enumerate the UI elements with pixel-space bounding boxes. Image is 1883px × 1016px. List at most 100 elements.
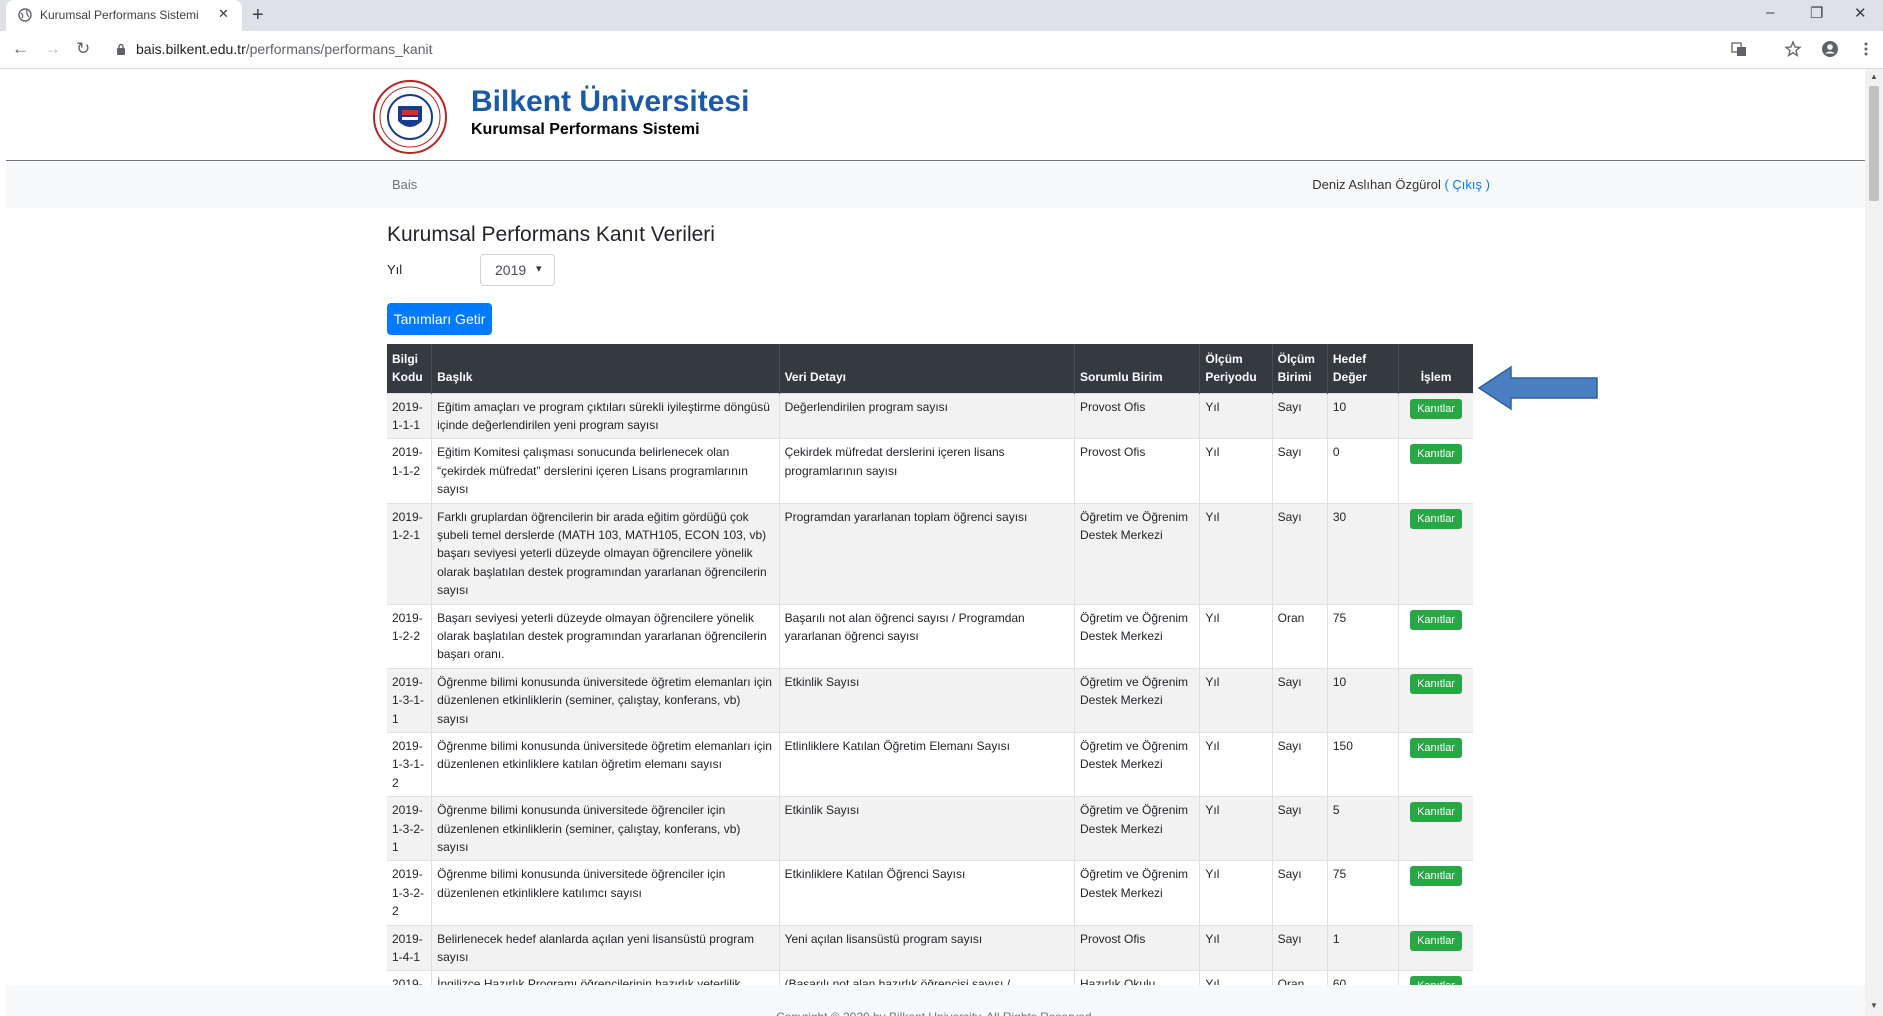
table-row: 2019-1-3-1-1 Öğrenme bilimi konusunda üni… — [387, 667, 1473, 733]
scrollbar-thumb[interactable] — [1869, 86, 1879, 201]
new-tab-button[interactable]: + — [252, 4, 264, 27]
cell-olcum-birimi: Sayı — [1271, 731, 1328, 797]
kanitlar-button[interactable]: Kanıtlar — [1410, 976, 1462, 985]
site-title[interactable]: Bilkent Üniversitesi — [471, 85, 749, 119]
kanitlar-button[interactable]: Kanıtlar — [1410, 802, 1462, 823]
table-row: 2019-1-3-1-2 Öğrenme bilimi konusunda üni… — [387, 731, 1473, 797]
table-row: 2019-1-1-1 Eğitim amaçları ve program çık… — [387, 392, 1473, 439]
fetch-definitions-button[interactable]: Tanımları Getir — [387, 303, 492, 335]
page-scrollbar[interactable]: ▲ ▼ — [1865, 69, 1883, 1016]
profile-icon[interactable] — [1821, 40, 1839, 58]
cell-hedef-deger: 10 — [1326, 392, 1399, 439]
kanitlar-button[interactable]: Kanıtlar — [1410, 738, 1462, 758]
cell-islem: Kanıtlar — [1398, 667, 1473, 733]
minimize-button[interactable]: – — [1766, 4, 1774, 21]
header-veri-detayi[interactable]: Veri Detayı — [778, 344, 1075, 393]
header-olcum-periyodu[interactable]: Ölçüm Periyodu — [1199, 344, 1273, 393]
cell-veri-detayi: Etkinliklere Katılan Öğrenci Sayısı — [778, 860, 1075, 926]
annotation-arrow-icon — [1477, 365, 1598, 411]
cell-veri-detayi: Yeni açılan lisansüstü program sayısı — [778, 924, 1075, 971]
header-islem: İşlem — [1398, 344, 1473, 393]
bookmark-star-icon[interactable] — [1784, 40, 1802, 58]
kanitlar-button[interactable]: Kanıtlar — [1410, 444, 1462, 465]
cell-baslik: Eğitim Komitesi çalışması sonucunda beli… — [431, 438, 780, 504]
table-row: 2019-1-3-2-1 Öğrenme bilimi konusunda üni… — [387, 796, 1473, 861]
cell-olcum-birimi: Sayı — [1271, 502, 1328, 605]
cell-olcum-periyodu: Yıl — [1199, 502, 1273, 605]
logout-open-paren: ( — [1440, 177, 1453, 192]
cell-olcum-periyodu: Yıl — [1199, 438, 1273, 504]
footer: Copyright © 2020 by Bilkent University. … — [6, 985, 1865, 1016]
cell-olcum-periyodu: Yıl — [1199, 860, 1273, 926]
kanitlar-button[interactable]: Kanıtlar — [1410, 398, 1462, 419]
back-button[interactable]: ← — [12, 39, 29, 59]
cell-baslik: Öğrenme bilimi konusunda üniversitede öğ… — [431, 796, 780, 861]
restore-button[interactable]: ❐ — [1810, 4, 1823, 22]
cell-bilgi-kodu: 2019-1-3-2-1 — [387, 796, 432, 861]
cell-sorumlu-birim: Provost Ofis — [1073, 924, 1200, 971]
cell-bilgi-kodu: 2019-1-2-1 — [387, 502, 432, 605]
table-body: 2019-1-1-1 Eğitim amaçları ve program çık… — [387, 392, 1473, 985]
header-baslik[interactable]: Başlık — [431, 344, 780, 393]
close-window-button[interactable]: ✕ — [1854, 4, 1867, 22]
browser-tab[interactable]: Kurumsal Performans Sistemi ✕ — [6, 0, 242, 31]
cell-olcum-periyodu: Yıl — [1199, 603, 1273, 669]
cell-olcum-periyodu: Yıl — [1199, 392, 1273, 439]
translate-icon[interactable] — [1730, 40, 1748, 58]
cell-hedef-deger: 75 — [1326, 860, 1399, 926]
tab-close-icon[interactable]: ✕ — [218, 6, 229, 22]
cell-bilgi-kodu: 2019-1-3-2-2 — [387, 860, 432, 926]
table-header-row: Bilgi Kodu Başlık Veri Detayı Sorumlu Bi… — [387, 344, 1473, 393]
kanitlar-button[interactable]: Kanıtlar — [1410, 866, 1462, 887]
site-header: Bilkent Üniversitesi Kurumsal Performans… — [6, 69, 1865, 161]
lock-icon[interactable] — [116, 43, 126, 55]
cell-islem: Kanıtlar — [1398, 970, 1473, 985]
cell-sorumlu-birim: Öğretim ve Öğrenim Destek Merkezi — [1073, 731, 1200, 797]
address-bar[interactable]: bais.bilkent.edu.tr/performans/performan… — [136, 41, 433, 57]
header-bilgi-kodu[interactable]: Bilgi Kodu — [387, 344, 432, 393]
cell-baslik: Farklı gruplardan öğrencilerin bir arada… — [431, 502, 780, 605]
scroll-down-icon[interactable]: ▼ — [1870, 1001, 1878, 1010]
reload-button[interactable]: ↻ — [76, 39, 90, 59]
year-select-value: 2019 — [495, 262, 527, 278]
cell-hedef-deger: 1 — [1326, 924, 1399, 971]
kanitlar-button[interactable]: Kanıtlar — [1410, 930, 1462, 951]
cell-olcum-birimi: Sayı — [1271, 924, 1328, 971]
kanitlar-button[interactable]: Kanıtlar — [1410, 609, 1462, 630]
cell-islem: Kanıtlar — [1398, 438, 1473, 504]
logout-close-paren: ) — [1482, 177, 1490, 192]
cell-bilgi-kodu: 2019- — [387, 970, 432, 985]
table-row: 2019-1-2-1 Farklı gruplardan öğrencilerin… — [387, 502, 1473, 605]
logout-link[interactable]: Çıkış — [1452, 177, 1482, 192]
forward-button[interactable]: → — [44, 39, 61, 59]
cell-olcum-periyodu: Yıl — [1199, 667, 1273, 733]
url-path: /performans/performans_kanit — [245, 41, 433, 57]
browser-toolbar: ← → ↻ bais.bilkent.edu.tr/performans/per… — [0, 31, 1883, 69]
cell-bilgi-kodu: 2019-1-3-1-1 — [387, 667, 432, 733]
cell-olcum-birimi: Oran — [1271, 970, 1328, 985]
cell-veri-detayi: Değerlendirilen program sayısı — [778, 392, 1075, 439]
cell-sorumlu-birim: Provost Ofis — [1073, 392, 1200, 439]
cell-bilgi-kodu: 2019-1-1-2 — [387, 438, 432, 504]
year-label: Yıl — [387, 262, 403, 277]
cell-baslik: İngilizce Hazırlık Programı öğrencilerin… — [431, 970, 780, 985]
header-olcum-birimi[interactable]: Ölçüm Birimi — [1271, 344, 1328, 393]
cell-olcum-periyodu: Yıl — [1199, 970, 1273, 985]
cell-sorumlu-birim: Öğretim ve Öğrenim Destek Merkezi — [1073, 667, 1200, 733]
header-sorumlu-birim[interactable]: Sorumlu Birim — [1073, 344, 1200, 393]
cell-olcum-birimi: Sayı — [1271, 796, 1328, 861]
menu-dots-icon[interactable] — [1857, 40, 1875, 58]
scroll-up-icon[interactable]: ▲ — [1870, 72, 1878, 81]
header-hedef-deger[interactable]: Hedef Değer — [1326, 344, 1399, 393]
cell-sorumlu-birim: Provost Ofis — [1073, 438, 1200, 504]
cell-islem: Kanıtlar — [1398, 603, 1473, 669]
year-select[interactable]: 2019 ▾ — [480, 254, 555, 286]
chevron-down-icon: ▾ — [536, 263, 542, 275]
cell-sorumlu-birim: Öğretim ve Öğrenim Destek Merkezi — [1073, 860, 1200, 926]
browser-tab-bar: Kurumsal Performans Sistemi ✕ + – ❐ ✕ — [0, 0, 1883, 31]
nav-brand-link[interactable]: Bais — [392, 177, 417, 192]
kanitlar-button[interactable]: Kanıtlar — [1410, 508, 1462, 529]
kanitlar-button[interactable]: Kanıtlar — [1410, 673, 1462, 694]
cell-veri-detayi: Etkinlik Sayısı — [778, 667, 1075, 733]
cell-islem: Kanıtlar — [1398, 502, 1473, 605]
